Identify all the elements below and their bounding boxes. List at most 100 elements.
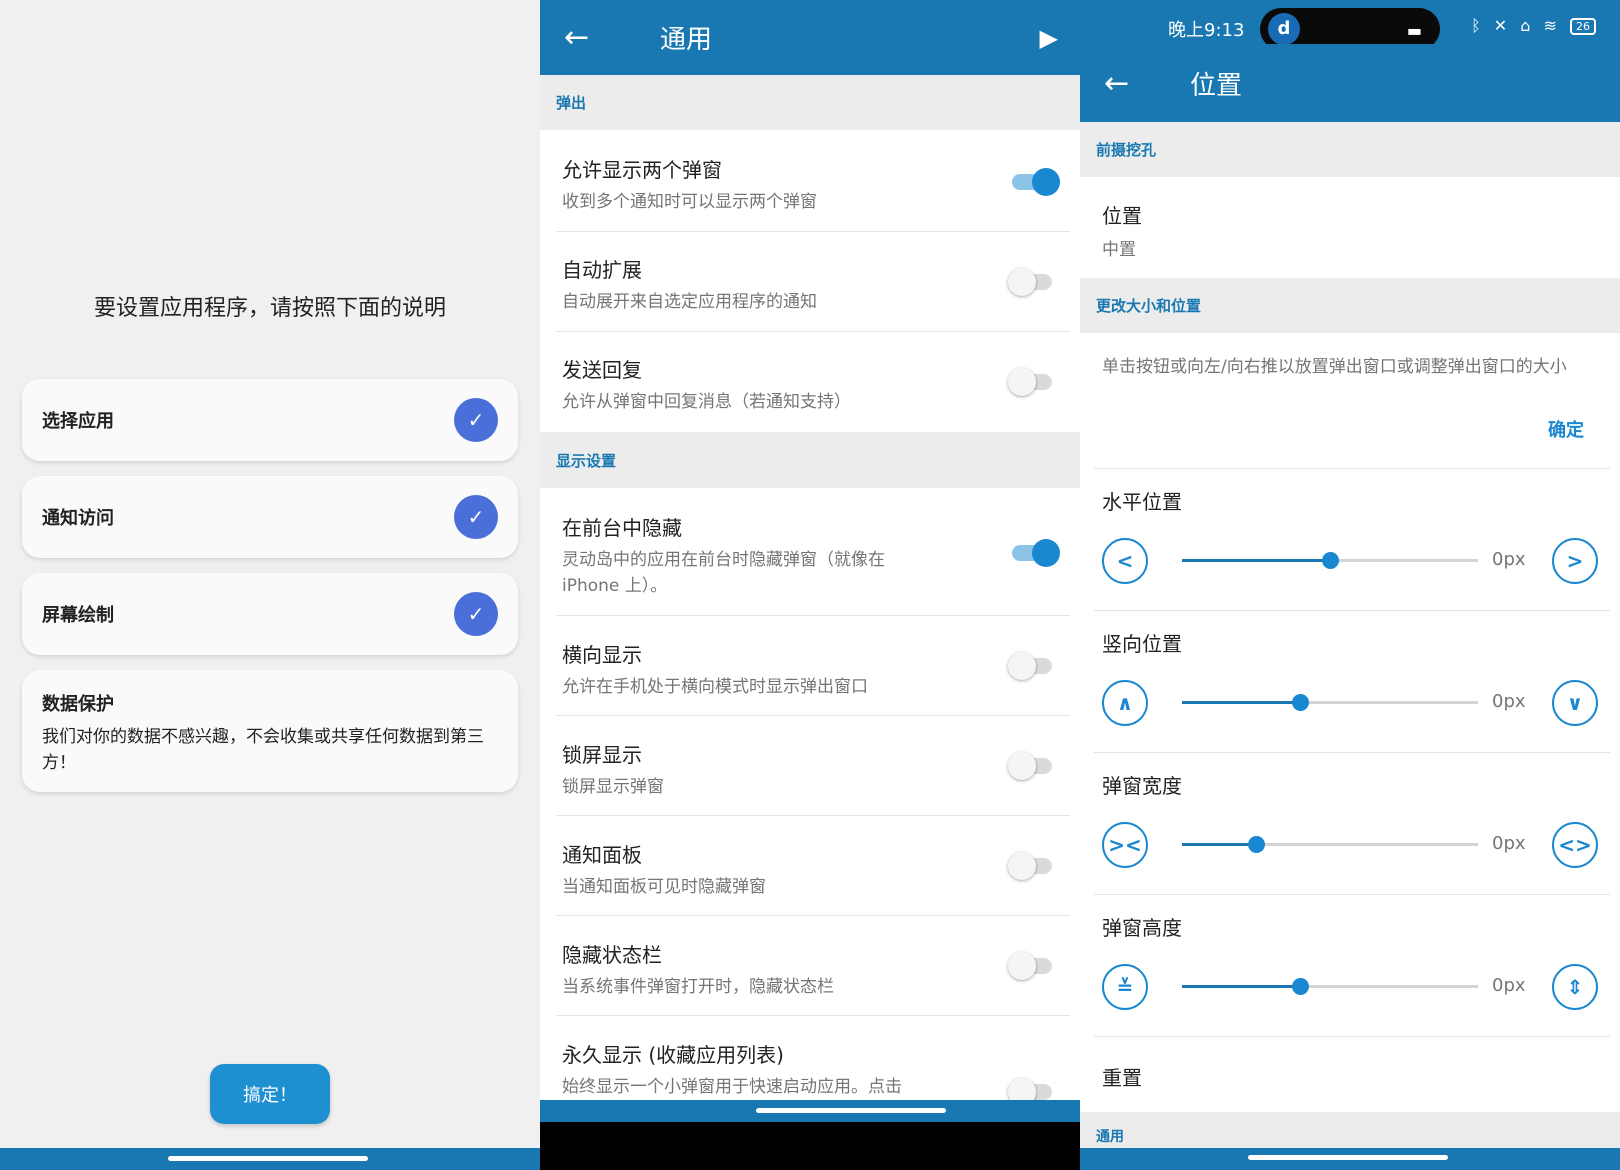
toggle-send-reply[interactable]: [1008, 368, 1052, 396]
toggle-knob: [1008, 652, 1036, 680]
pref-title: 位置: [1102, 204, 1142, 228]
position-pref[interactable]: 位置 中置: [1102, 200, 1142, 260]
setting-lockscreen[interactable]: 锁屏显示 锁屏显示弹窗: [540, 739, 1080, 800]
increase-width-icon[interactable]: <>: [1552, 822, 1598, 868]
divider: [556, 615, 1070, 616]
done-button[interactable]: 搞定！: [210, 1064, 330, 1124]
slider-label-width: 弹窗宽度: [1102, 774, 1182, 798]
setting-always-show[interactable]: 永久显示 (收藏应用列表) 始终显示一个小弹窗用于快速启动应用。点击: [540, 1039, 1080, 1100]
setting-subtitle: 锁屏显示弹窗: [562, 777, 664, 797]
toggle-hide-foreground[interactable]: [1012, 539, 1060, 567]
home-indicator[interactable]: [1248, 1155, 1448, 1160]
status-icons-glyphs: ᛒ ✕ ⌂ ≋: [1471, 16, 1561, 35]
section-header-resize: 更改大小和位置: [1080, 278, 1620, 333]
step-notification-access[interactable]: 通知访问 ✓: [22, 476, 518, 558]
app-bar: ← 位置: [1080, 44, 1620, 122]
slider-track-vertical[interactable]: [1182, 694, 1478, 711]
section-header-cutout: 前摄挖孔: [1080, 122, 1620, 177]
slider-value-width: 0px: [1492, 833, 1526, 854]
setting-title: 通知面板: [562, 843, 642, 867]
slider-value-horizontal: 0px: [1492, 549, 1526, 570]
decrease-height-icon[interactable]: ≚: [1102, 964, 1148, 1010]
section-header-general: 通用: [1080, 1112, 1620, 1148]
setting-subtitle: 允许从弹窗中回复消息（若通知支持）: [562, 392, 851, 412]
step-select-apps[interactable]: 选择应用 ✓: [22, 379, 518, 461]
resize-description: 单击按钮或向左/向右推以放置弹出窗口或调整弹出窗口的大小: [1102, 357, 1567, 377]
toggle-knob: [1008, 752, 1036, 780]
decrease-width-icon[interactable]: ><: [1102, 822, 1148, 868]
slider-thumb[interactable]: [1248, 836, 1265, 853]
slider-fill: [1182, 843, 1256, 846]
slider-thumb[interactable]: [1292, 978, 1310, 995]
divider: [556, 1015, 1070, 1016]
back-arrow-icon[interactable]: ←: [564, 20, 614, 55]
setting-hide-foreground[interactable]: 在前台中隐藏 灵动岛中的应用在前台时隐藏弹窗（就像在 iPhone 上）。: [540, 512, 960, 599]
pref-value: 中置: [1102, 240, 1136, 260]
toggle-lockscreen[interactable]: [1008, 752, 1052, 780]
slider-fill: [1182, 985, 1301, 988]
toggle-landscape[interactable]: [1008, 652, 1052, 680]
slider-track-height[interactable]: [1182, 978, 1478, 995]
increase-horizontal-icon[interactable]: >: [1552, 538, 1598, 584]
play-icon[interactable]: ▶: [1040, 24, 1058, 52]
setting-subtitle: 始终显示一个小弹窗用于快速启动应用。点击: [562, 1077, 902, 1097]
slider-fill: [1182, 701, 1301, 704]
decrease-horizontal-icon[interactable]: <: [1102, 538, 1148, 584]
toggle-hide-statusbar[interactable]: [1008, 952, 1052, 980]
back-arrow-icon[interactable]: ←: [1104, 66, 1154, 101]
divider: [1094, 468, 1610, 469]
app-bar: ← 通用 ▶: [540, 0, 1080, 75]
check-icon: ✓: [454, 495, 498, 539]
app-icon: d: [1268, 13, 1300, 45]
divider: [556, 815, 1070, 816]
toggle-knob: [1032, 539, 1060, 567]
privacy-card: 数据保护 我们对你的数据不感兴趣，不会收集或共享任何数据到第三方！: [22, 670, 518, 792]
slider-track-width[interactable]: [1182, 836, 1478, 853]
slider-track-horizontal[interactable]: [1182, 552, 1478, 569]
setting-title: 在前台中隐藏: [562, 516, 682, 540]
reset-button[interactable]: 重置: [1102, 1062, 1142, 1091]
setting-subtitle: 当通知面板可见时隐藏弹窗: [562, 877, 766, 897]
setting-subtitle: 当系统事件弹窗打开时，隐藏状态栏: [562, 977, 834, 997]
setup-instruction: 要设置应用程序，请按照下面的说明: [93, 296, 446, 321]
status-bar: 晚上9:13 d ▬ ᛒ ✕ ⌂ ≋ 26: [1080, 0, 1620, 50]
message-icon: ▬: [1406, 21, 1422, 40]
setting-title: 永久显示 (收藏应用列表): [562, 1043, 784, 1067]
setting-hide-statusbar[interactable]: 隐藏状态栏 当系统事件弹窗打开时，隐藏状态栏: [540, 939, 1080, 1000]
toggle-always-show[interactable]: [1008, 1078, 1052, 1106]
decrease-vertical-icon[interactable]: ∧: [1102, 680, 1148, 726]
home-indicator[interactable]: [168, 1156, 368, 1161]
step-draw-over[interactable]: 屏幕绘制 ✓: [22, 573, 518, 655]
divider: [556, 231, 1070, 232]
slider-label-horizontal: 水平位置: [1102, 490, 1182, 514]
divider: [1094, 610, 1610, 611]
toggle-knob: [1008, 268, 1036, 296]
toggle-knob: [1008, 368, 1036, 396]
home-indicator[interactable]: [756, 1108, 946, 1113]
check-icon: ✓: [454, 398, 498, 442]
setting-landscape[interactable]: 横向显示 允许在手机处于横向模式时显示弹出窗口: [540, 639, 1080, 700]
slider-thumb[interactable]: [1322, 552, 1339, 569]
status-icons: ᛒ ✕ ⌂ ≋ 26: [1471, 16, 1596, 35]
setting-send-reply[interactable]: 发送回复 允许从弹窗中回复消息（若通知支持）: [540, 354, 1080, 415]
setting-title: 锁屏显示: [562, 743, 642, 767]
section-header-popup: 弹出: [540, 75, 1080, 130]
increase-vertical-icon[interactable]: ∨: [1552, 680, 1598, 726]
setting-two-popups[interactable]: 允许显示两个弹窗 收到多个通知时可以显示两个弹窗: [540, 154, 1080, 215]
screen-bottom: [540, 1122, 1080, 1170]
status-time: 晚上9:13: [1168, 20, 1245, 41]
increase-height-icon[interactable]: ⇕: [1552, 964, 1598, 1010]
slider-thumb[interactable]: [1292, 694, 1310, 711]
setting-auto-expand[interactable]: 自动扩展 自动展开来自选定应用程序的通知: [540, 254, 1080, 315]
page-title: 位置: [1190, 70, 1243, 101]
privacy-title: 数据保护: [42, 694, 114, 715]
toggle-auto-expand[interactable]: [1008, 268, 1052, 296]
toggle-two-popups[interactable]: [1012, 168, 1060, 196]
toggle-notification-panel[interactable]: [1008, 852, 1052, 880]
setting-title: 隐藏状态栏: [562, 943, 662, 967]
privacy-text: 我们对你的数据不感兴趣，不会收集或共享任何数据到第三方！: [42, 727, 484, 773]
confirm-button[interactable]: 确定: [1548, 416, 1584, 442]
general-settings-screen: ← 通用 ▶ 弹出 允许显示两个弹窗 收到多个通知时可以显示两个弹窗 自动扩展 …: [540, 0, 1080, 1170]
setting-notification-panel[interactable]: 通知面板 当通知面板可见时隐藏弹窗: [540, 839, 1080, 900]
setting-title: 横向显示: [562, 643, 642, 667]
